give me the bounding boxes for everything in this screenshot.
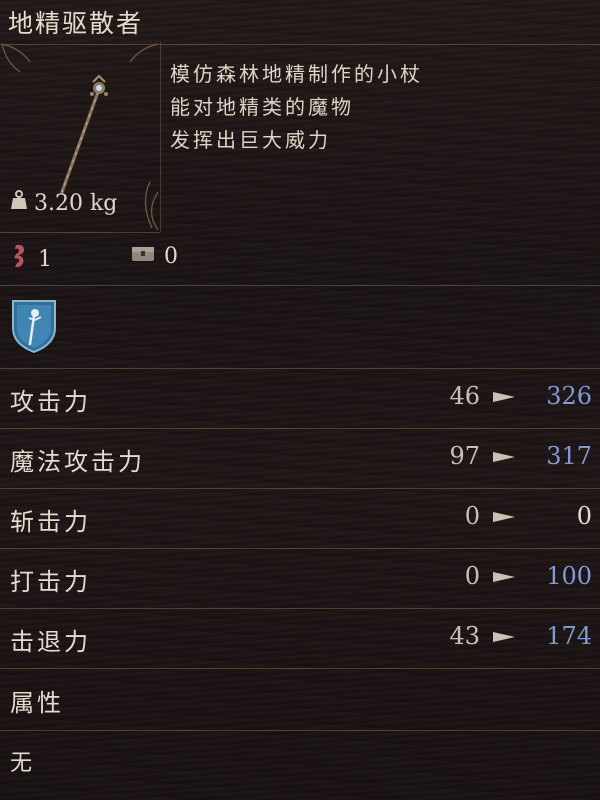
- attribute-label: 属性: [10, 689, 64, 717]
- item-description: 模仿森林地精制作的小杖 能对地精类的魔物 发挥出巨大威力: [170, 58, 423, 157]
- weight-icon: [10, 190, 28, 216]
- divider: [0, 285, 600, 286]
- description-line: 模仿森林地精制作的小杖: [170, 62, 423, 86]
- description-line: 能对地精类的魔物: [170, 95, 354, 119]
- arrow-right-icon: [493, 512, 515, 522]
- stat-row-knockback: 击退力 43 174: [0, 608, 600, 668]
- stat-base-value: 43: [449, 622, 480, 650]
- stat-row-slash: 斩击力 0 0: [0, 488, 600, 548]
- stat-base-value: 0: [464, 562, 480, 590]
- stat-new-value: 174: [546, 622, 592, 650]
- counter-b: 0: [130, 243, 178, 269]
- stat-new-value: 100: [546, 562, 592, 590]
- stat-new-value: 0: [576, 502, 592, 530]
- stat-new-value: 326: [546, 382, 592, 410]
- counter-a-value: 1: [38, 246, 52, 272]
- attribute-value: 无: [10, 751, 33, 776]
- red-rune-icon: [10, 243, 30, 275]
- stat-label: 斩击力: [10, 508, 91, 536]
- weight-row: 3.20 kg: [10, 190, 117, 216]
- item-name: 地精驱散者: [8, 9, 144, 38]
- weight-value: 3.20 kg: [34, 190, 118, 216]
- counter-a: 1: [10, 243, 52, 275]
- stat-row-strike: 打击力 0 100: [0, 548, 600, 608]
- stat-label: 击退力: [10, 628, 91, 656]
- stat-new-value: 317: [546, 442, 592, 470]
- arrow-right-icon: [493, 632, 515, 642]
- arrow-right-icon: [493, 392, 515, 402]
- staff-shield-icon: [10, 298, 58, 358]
- divider: [0, 668, 600, 669]
- stat-row-attack: 攻击力 46 326: [0, 368, 600, 428]
- divider: [0, 730, 600, 731]
- chest-icon: [130, 243, 156, 269]
- stat-label: 攻击力: [10, 388, 91, 416]
- arrow-right-icon: [493, 452, 515, 462]
- stat-label: 打击力: [10, 568, 91, 596]
- stat-base-value: 0: [464, 502, 480, 530]
- arrow-right-icon: [493, 572, 515, 582]
- stat-base-value: 46: [449, 382, 480, 410]
- stat-label: 魔法攻击力: [10, 448, 145, 476]
- description-line: 发挥出巨大威力: [170, 128, 331, 152]
- divider: [0, 232, 160, 233]
- stat-row-magic-attack: 魔法攻击力 97 317: [0, 428, 600, 488]
- stat-base-value: 97: [449, 442, 480, 470]
- counter-b-value: 0: [164, 243, 178, 269]
